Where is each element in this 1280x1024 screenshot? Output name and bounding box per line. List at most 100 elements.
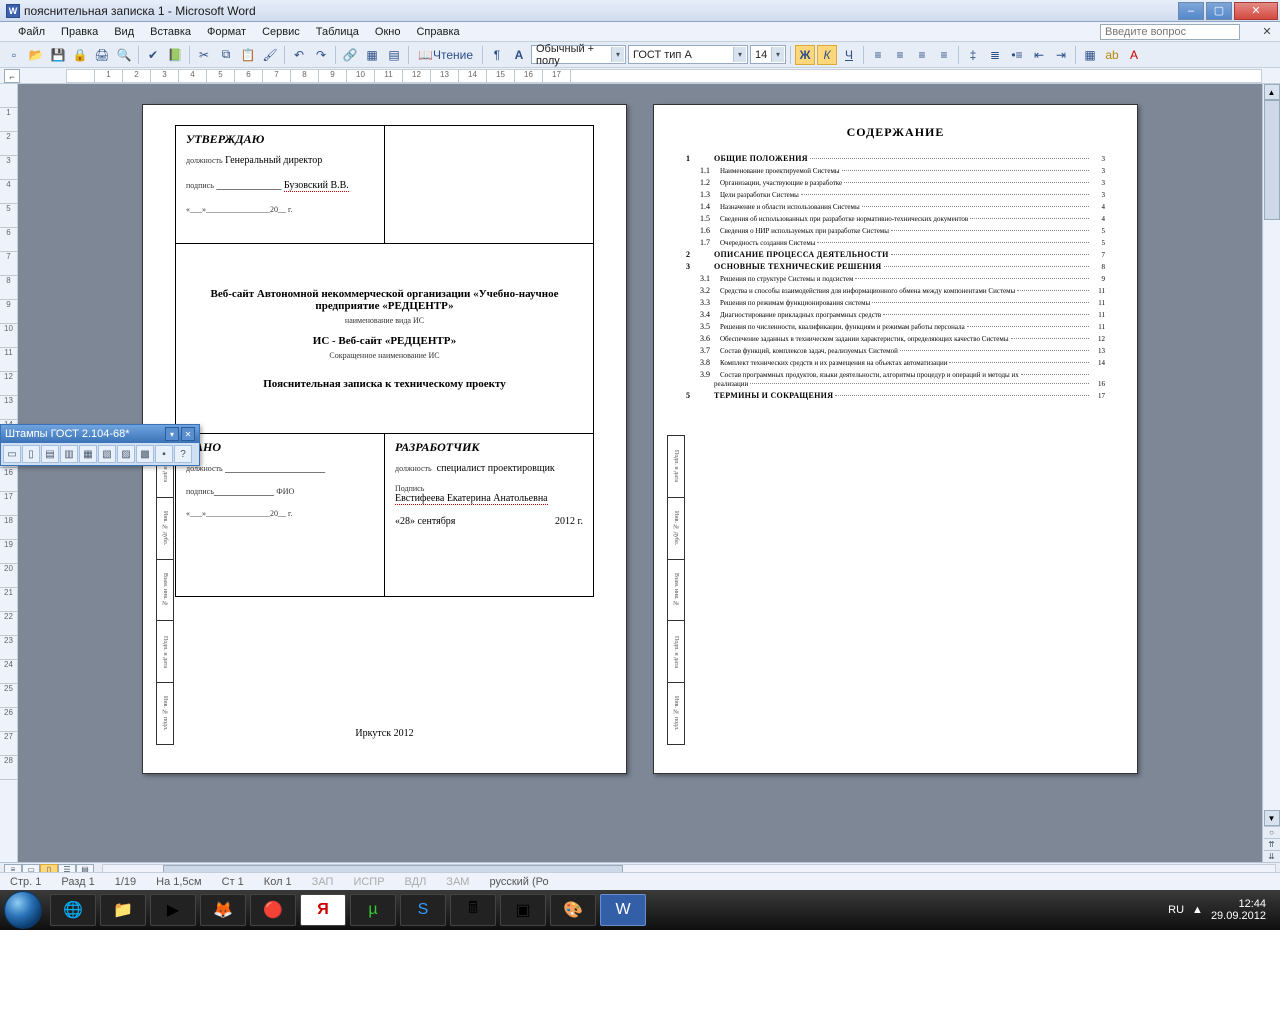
taskbar-utorrent-icon[interactable]: µ [350, 894, 396, 926]
help-search-input[interactable] [1100, 24, 1240, 40]
menu-file[interactable]: Файл [10, 24, 53, 40]
new-button[interactable]: ▫ [4, 45, 24, 65]
next-page-button[interactable]: ⇊ [1264, 850, 1280, 862]
status-ext[interactable]: ВДЛ [401, 876, 431, 888]
vertical-ruler[interactable]: 1234567891011121314151617181920212223242… [0, 84, 18, 862]
tab-type-selector[interactable]: ⌐ [4, 69, 20, 83]
insert-table-button[interactable]: ▤ [384, 45, 404, 65]
stamp-btn-5[interactable]: ▦ [79, 445, 97, 463]
borders-button[interactable]: ▦ [1080, 45, 1100, 65]
underline-button[interactable]: Ч [839, 45, 859, 65]
decrease-indent-button[interactable]: ⇤ [1029, 45, 1049, 65]
scroll-down-button[interactable]: ▼ [1264, 810, 1280, 826]
font-color-button[interactable]: A [1124, 45, 1144, 65]
open-button[interactable]: 📂 [26, 45, 46, 65]
tray-clock[interactable]: 12:4429.09.2012 [1211, 898, 1266, 922]
taskbar-calculator-icon[interactable]: 🖩 [450, 894, 496, 926]
menu-table[interactable]: Таблица [308, 24, 367, 40]
paragraph-marks-button[interactable]: ¶ [487, 45, 507, 65]
prev-page-button[interactable]: ⇈ [1264, 838, 1280, 850]
stamps-palette[interactable]: Штампы ГОСТ 2.104-68* ▾ ✕ ▭ ▯ ▤ ▥ ▦ ▧ ▨ … [0, 424, 200, 466]
save-button[interactable]: 💾 [48, 45, 68, 65]
undo-button[interactable]: ↶ [289, 45, 309, 65]
font-combo[interactable]: ГОСТ тип А▾ [628, 45, 748, 64]
format-painter-button[interactable]: 🖌 [260, 45, 280, 65]
menu-help[interactable]: Справка [408, 24, 467, 40]
spellcheck-button[interactable]: ✔ [143, 45, 163, 65]
redo-button[interactable]: ↷ [311, 45, 331, 65]
cut-button[interactable]: ✂ [194, 45, 214, 65]
tables-borders-button[interactable]: ▦ [362, 45, 382, 65]
system-tray[interactable]: RU ▲ 12:4429.09.2012 [1168, 898, 1276, 922]
preview-button[interactable]: 🔍 [114, 45, 134, 65]
select-browse-object[interactable]: ○ [1264, 826, 1280, 838]
increase-indent-button[interactable]: ⇥ [1051, 45, 1071, 65]
stamp-btn-4[interactable]: ▥ [60, 445, 78, 463]
align-justify-button[interactable]: ≡ [934, 45, 954, 65]
tray-lang[interactable]: RU [1168, 904, 1184, 916]
align-right-button[interactable]: ≡ [912, 45, 932, 65]
stamps-palette-close[interactable]: ✕ [181, 427, 195, 441]
stamp-btn-3[interactable]: ▤ [41, 445, 59, 463]
italic-button[interactable]: К [817, 45, 837, 65]
numbering-button[interactable]: ≣ [985, 45, 1005, 65]
taskbar-skype-icon[interactable]: S [400, 894, 446, 926]
taskbar-ie-icon[interactable]: 🌐 [50, 894, 96, 926]
paste-button[interactable]: 📋 [238, 45, 258, 65]
menu-edit[interactable]: Правка [53, 24, 106, 40]
menu-tools[interactable]: Сервис [254, 24, 308, 40]
align-center-button[interactable]: ≡ [890, 45, 910, 65]
horizontal-ruler[interactable]: 1234567891011121314151617 [66, 69, 1262, 83]
stamp-btn-8[interactable]: ▩ [136, 445, 154, 463]
menu-view[interactable]: Вид [106, 24, 142, 40]
menu-window[interactable]: Окно [367, 24, 409, 40]
stamp-help[interactable]: ? [174, 445, 192, 463]
taskbar-yandex-icon[interactable]: Я [300, 894, 346, 926]
hyperlink-button[interactable]: 🔗 [340, 45, 360, 65]
taskbar-opera-icon[interactable]: 🔴 [250, 894, 296, 926]
taskbar-explorer-icon[interactable]: 📁 [100, 894, 146, 926]
research-button[interactable]: 📗 [165, 45, 185, 65]
copy-button[interactable]: ⧉ [216, 45, 236, 65]
window-minimize-button[interactable]: – [1178, 2, 1204, 20]
stamp-btn-2[interactable]: ▯ [22, 445, 40, 463]
status-lang[interactable]: русский (Ро [485, 876, 552, 888]
scroll-track[interactable] [1264, 100, 1280, 810]
taskbar-paint-icon[interactable]: 🎨 [550, 894, 596, 926]
print-button[interactable]: 🖨 [92, 45, 112, 65]
reading-layout-button[interactable]: 📖 Чтение [413, 45, 478, 65]
stamp-btn-1[interactable]: ▭ [3, 445, 21, 463]
style-combo[interactable]: Обычный + полу▾ [531, 45, 626, 64]
permission-button[interactable]: 🔒 [70, 45, 90, 65]
page-2[interactable]: Подп. и датаИнв. № дубл.Взам. инв. №Подп… [653, 104, 1138, 774]
styles-pane-button[interactable]: A [509, 45, 529, 65]
menu-format[interactable]: Формат [199, 24, 254, 40]
status-rec[interactable]: ЗАП [308, 876, 338, 888]
taskbar-firefox-icon[interactable]: 🦊 [200, 894, 246, 926]
taskbar-media-icon[interactable]: ▶ [150, 894, 196, 926]
start-button[interactable] [4, 891, 42, 929]
stamp-btn-7[interactable]: ▨ [117, 445, 135, 463]
window-maximize-button[interactable]: ▢ [1206, 2, 1232, 20]
stamps-palette-title[interactable]: Штампы ГОСТ 2.104-68* [5, 428, 163, 440]
line-spacing-button[interactable]: ‡ [963, 45, 983, 65]
scroll-thumb[interactable] [1264, 100, 1280, 220]
stamps-palette-dropdown[interactable]: ▾ [165, 427, 179, 441]
bold-button[interactable]: Ж [795, 45, 815, 65]
stamp-btn-9[interactable]: ▪ [155, 445, 173, 463]
menu-insert[interactable]: Вставка [142, 24, 199, 40]
window-close-button[interactable]: ✕ [1234, 2, 1278, 20]
vertical-scrollbar[interactable]: ▲ ▼ ○ ⇈ ⇊ [1262, 84, 1280, 862]
taskbar-app-icon[interactable]: ▣ [500, 894, 546, 926]
taskbar-word-icon[interactable]: W [600, 894, 646, 926]
highlight-button[interactable]: ab [1102, 45, 1122, 65]
scroll-up-button[interactable]: ▲ [1264, 84, 1280, 100]
stamp-btn-6[interactable]: ▧ [98, 445, 116, 463]
status-trk[interactable]: ИСПР [349, 876, 388, 888]
font-size-combo[interactable]: 14▾ [750, 45, 786, 64]
align-left-button[interactable]: ≡ [868, 45, 888, 65]
status-ovr[interactable]: ЗАМ [442, 876, 473, 888]
bullets-button[interactable]: •≡ [1007, 45, 1027, 65]
page-1[interactable]: Подп. и датаИнв. № дубл.Взам. инв. №Подп… [142, 104, 627, 774]
document-close-button[interactable]: ✕ [1260, 25, 1274, 39]
